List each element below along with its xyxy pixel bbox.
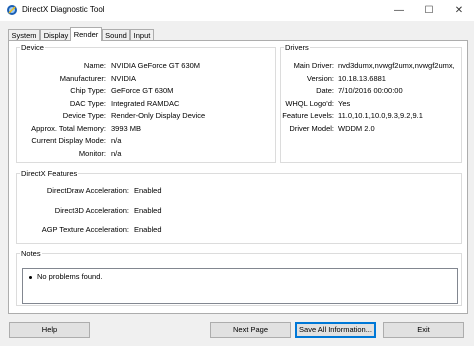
whql-label: WHQL Logo'd: (285, 98, 334, 108)
direct3d-value: Enabled (134, 206, 162, 215)
title-bar: DirectX Diagnostic Tool — ☐ ✕ (0, 0, 474, 21)
dxdiag-window: DirectX Diagnostic Tool — ☐ ✕ System Dis… (0, 0, 474, 346)
render-tab-panel: Device Name: NVIDIA GeForce GT 630M Manu… (8, 40, 468, 314)
window-title: DirectX Diagnostic Tool (22, 5, 105, 14)
drivers-group-title: Drivers (285, 43, 309, 52)
version-label: Version: (306, 73, 334, 83)
main-driver-label: Main Driver: (293, 61, 334, 70)
device-type-label: Device Type: (62, 111, 106, 120)
chip-type-value: GeForce GT 630M (111, 86, 174, 95)
total-memory-label: Approx. Total Memory: (31, 123, 106, 133)
maximize-icon: ☐ (424, 5, 434, 16)
chip-type-label: Chip Type: (70, 86, 106, 95)
save-all-information-button[interactable]: Save All Information... (295, 322, 376, 338)
drivers-group: Drivers Main Driver: nvd3dumx,nvwgf2umx,… (280, 43, 462, 163)
total-memory-value: 3993 MB (111, 123, 142, 133)
direct3d-label: Direct3D Acceleration: (54, 206, 129, 215)
exit-button[interactable]: Exit (383, 322, 464, 338)
whql-value: Yes (338, 98, 351, 108)
dxdiag-app-icon (7, 5, 17, 15)
date-value: 7/10/2016 00:00:00 (338, 86, 403, 95)
monitor-label: Monitor: (78, 148, 106, 158)
tab-render[interactable]: Render (70, 27, 102, 41)
feature-levels-label: Feature Levels: (282, 111, 334, 120)
bullet-icon (29, 275, 32, 279)
dac-type-label: DAC Type: (69, 98, 106, 108)
close-button[interactable]: ✕ (444, 0, 474, 21)
help-button[interactable]: Help (9, 322, 90, 338)
device-name-value: NVIDIA GeForce GT 630M (111, 61, 201, 70)
manufacturer-label: Manufacturer: (59, 73, 106, 83)
feature-levels-value: 11.0,10.1,10.0,9.3,9.2,9.1 (338, 111, 423, 120)
next-page-button[interactable]: Next Page (210, 322, 291, 338)
notes-item-text: No problems found. (37, 272, 103, 281)
agp-texture-value: Enabled (134, 224, 162, 234)
directdraw-value: Enabled (134, 186, 162, 195)
manufacturer-value: NVIDIA (111, 73, 137, 83)
minimize-icon: — (394, 5, 404, 16)
agp-texture-label: AGP Texture Acceleration: (41, 224, 129, 234)
device-name-label: Name: (83, 61, 106, 70)
device-type-value: Render-Only Display Device (111, 111, 206, 120)
main-driver-value: nvd3dumx,nvwgf2umx,nvwgf2umx,nvwgf2 (338, 61, 454, 70)
date-label: Date: (316, 86, 334, 95)
directx-features-group: DirectX Features DirectDraw Acceleration… (16, 169, 462, 244)
version-value: 10.18.13.6881 (338, 73, 386, 83)
display-mode-value: n/a (111, 136, 122, 145)
display-mode-label: Current Display Mode: (31, 136, 106, 145)
device-group: Device Name: NVIDIA GeForce GT 630M Manu… (16, 43, 276, 163)
minimize-button[interactable]: — (384, 0, 414, 21)
device-group-title: Device (21, 43, 44, 52)
maximize-button[interactable]: ☐ (414, 0, 444, 21)
driver-model-label: Driver Model: (289, 123, 334, 133)
notes-group: Notes No problems found. (16, 249, 462, 306)
directx-features-title: DirectX Features (21, 169, 78, 178)
close-icon: ✕ (454, 5, 464, 16)
notes-group-title: Notes (21, 249, 41, 258)
driver-model-value: WDDM 2.0 (338, 123, 375, 133)
dac-type-value: Integrated RAMDAC (111, 98, 180, 108)
notes-item: No problems found. (29, 272, 102, 281)
directdraw-label: DirectDraw Acceleration: (46, 186, 129, 195)
monitor-value: n/a (111, 148, 122, 158)
notes-text-box[interactable]: No problems found. (22, 268, 458, 304)
